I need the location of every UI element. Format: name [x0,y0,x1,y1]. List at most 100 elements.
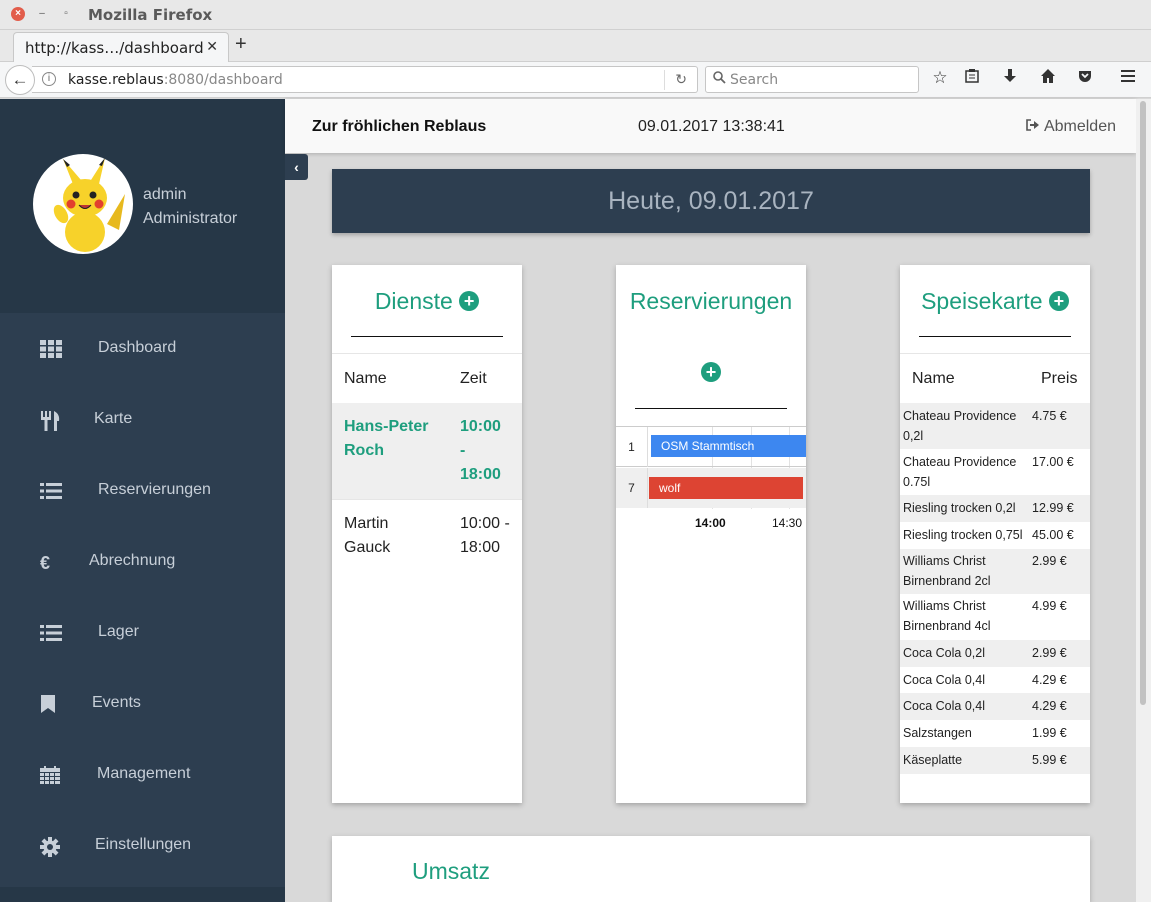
avatar[interactable] [33,154,133,254]
scrollbar-thumb[interactable] [1140,101,1146,705]
add-dienst-icon[interactable]: + [459,291,480,311]
menu-item-row[interactable]: Käseplatte 5.99 € [900,747,1090,774]
sidebar-item-label: Lager [98,623,139,640]
tab-title: http://kass…/dashboard [25,39,204,57]
menu-item-name: Riesling trocken 0,2l [903,501,1016,515]
column-header-time: Zeit [460,370,487,387]
menu-item-row[interactable]: Coca Cola 0,4l 4.29 € [900,667,1090,693]
menu-item-row[interactable]: Salzstangen 1.99 € [900,720,1090,747]
dienst-name: Martin Gauck [344,515,391,556]
bookmark-icon [40,695,62,713]
add-menu-item-icon[interactable]: + [1048,291,1069,311]
menu-item-name: Coca Cola 0,4l [903,673,985,687]
tab-bar: http://kass…/dashboard ✕ + [0,30,1151,62]
menu-hamburger-icon[interactable] [1117,68,1139,89]
today-date: Heute, 09.01.2017 [608,187,814,215]
home-icon[interactable] [1037,68,1059,89]
menu-item-name: Williams Christ Birnenbrand 4cl [903,599,991,633]
menu-item-row[interactable]: Riesling trocken 0,2l 12.99 € [900,495,1090,522]
sidebar-item-label: Abrechnung [89,552,176,569]
sidebar-item-reservierungen[interactable]: Reservierungen [0,455,285,526]
sidebar-item-management[interactable]: Management [0,739,285,810]
logout-button[interactable]: Abmelden [1026,118,1116,136]
sidebar-footer [0,887,285,902]
reservation-row[interactable]: 1 OSM Stammtisch [616,427,806,467]
url-bar[interactable]: i kasse.reblaus:8080/dashboard ↻ [32,66,698,93]
reservation-row[interactable]: 7 wolf [616,468,806,508]
info-icon[interactable]: i [42,72,56,86]
menu-item-price: 4.75 € [1032,409,1067,423]
column-header-price: Preis [1041,370,1078,387]
time-label: 14:30 [772,516,803,530]
new-tab-icon[interactable]: + [235,33,247,56]
tab-close-icon[interactable]: ✕ [206,38,218,55]
gear-icon [40,837,62,857]
menu-item-name: Salzstangen [903,726,972,740]
table-row[interactable]: Hans-Peter Roch 10:00 - 18:00 [332,403,522,499]
navigation-toolbar: i kasse.reblaus:8080/dashboard ↻ ← Searc… [0,62,1151,98]
sidebar-item-label: Events [92,694,141,711]
divider [332,353,522,354]
sidebar-item-events[interactable]: Events [0,668,285,739]
umsatz-title: Umsatz [412,858,490,884]
menu-item-name: Williams Christ Birnenbrand 2cl [903,554,991,588]
page-scrollbar[interactable] [1136,99,1151,902]
sidebar-item-label: Management [97,765,191,782]
menu-item-price: 4.99 € [1032,599,1067,613]
user-profile: admin Administrator [0,99,285,313]
reservation-bar[interactable]: wolf [649,477,803,499]
table-number: 7 [616,468,648,508]
menu-item-row[interactable]: Chateau Providence 0.75l 17.00 € [900,449,1090,495]
reservation-bar[interactable]: OSM Stammtisch [651,435,806,457]
sidebar-item-lager[interactable]: Lager [0,597,285,668]
dienst-time: 10:00 - 18:00 [460,418,501,483]
sidebar-item-karte[interactable]: Karte [0,384,285,455]
menu-item-price: 17.00 € [1032,455,1074,469]
window-titlebar: × – ▫ Mozilla Firefox [0,0,1151,30]
speisekarte-title: Speisekarte + [900,288,1090,315]
menu-item-row[interactable]: Coca Cola 0,4l 4.29 € [900,693,1090,720]
logout-label: Abmelden [1043,118,1116,135]
download-icon[interactable] [999,68,1021,89]
sidebar-item-abrechnung[interactable]: € Abrechnung [0,526,285,597]
app-header: Zur fröhlichen Reblaus 09.01.2017 13:38:… [285,99,1136,153]
reservierungen-title: Reservierungen [629,288,793,314]
search-input[interactable]: Search [705,66,919,93]
list-icon [40,624,62,642]
menu-item-price: 4.29 € [1032,673,1067,687]
sign-out-icon [1026,119,1040,134]
menu-item-row[interactable]: Williams Christ Birnenbrand 2cl 2.99 € [900,549,1090,594]
menu-item-price: 4.29 € [1032,699,1067,713]
menu-item-row[interactable]: Riesling trocken 0,75l 45.00 € [900,522,1090,549]
sidebar-item-label: Reservierungen [98,481,211,498]
table-row[interactable]: Martin Gauck 10:00 - 18:00 [332,500,522,572]
user-role: Administrator [143,210,238,227]
add-reservation-icon[interactable]: + [701,362,721,385]
menu-item-row[interactable]: Coca Cola 0,2l 2.99 € [900,640,1090,667]
window-maximize-icon[interactable]: ▫ [59,7,73,21]
sidebar-collapse-button[interactable]: ‹ [285,154,308,180]
window-minimize-icon[interactable]: – [35,7,49,21]
speisekarte-card: Speisekarte + Name Preis Chateau Provide… [900,265,1090,803]
reading-list-icon[interactable] [961,68,983,89]
window-close-icon[interactable]: × [11,7,25,21]
browser-tab[interactable]: http://kass…/dashboard ✕ [13,32,229,62]
menu-item-name: Riesling trocken 0,75l [903,528,1023,542]
menu-item-name: Chateau Providence 0,2l [903,409,1017,443]
title-underline [635,408,787,409]
menu-item-row[interactable]: Williams Christ Birnenbrand 4cl 4.99 € [900,594,1090,640]
sidebar-item-label: Dashboard [98,339,177,356]
pocket-icon[interactable] [1074,68,1096,89]
search-placeholder: Search [730,72,779,88]
divider [900,353,1090,354]
dienst-name: Hans-Peter Roch [344,418,429,459]
menu-item-row[interactable]: Chateau Providence 0,2l 4.75 € [900,403,1090,449]
url-text: kasse.reblaus:8080/dashboard [68,72,283,88]
reload-icon[interactable]: ↻ [675,71,687,88]
back-button[interactable]: ← [5,65,35,95]
sidebar-item-dashboard[interactable]: Dashboard [0,313,285,384]
sidebar-item-label: Einstellungen [95,836,192,853]
menu-item-name: Chateau Providence 0.75l [903,455,1017,489]
bookmark-star-icon[interactable]: ☆ [929,68,951,88]
sidebar-item-einstellungen[interactable]: Einstellungen [0,810,285,881]
